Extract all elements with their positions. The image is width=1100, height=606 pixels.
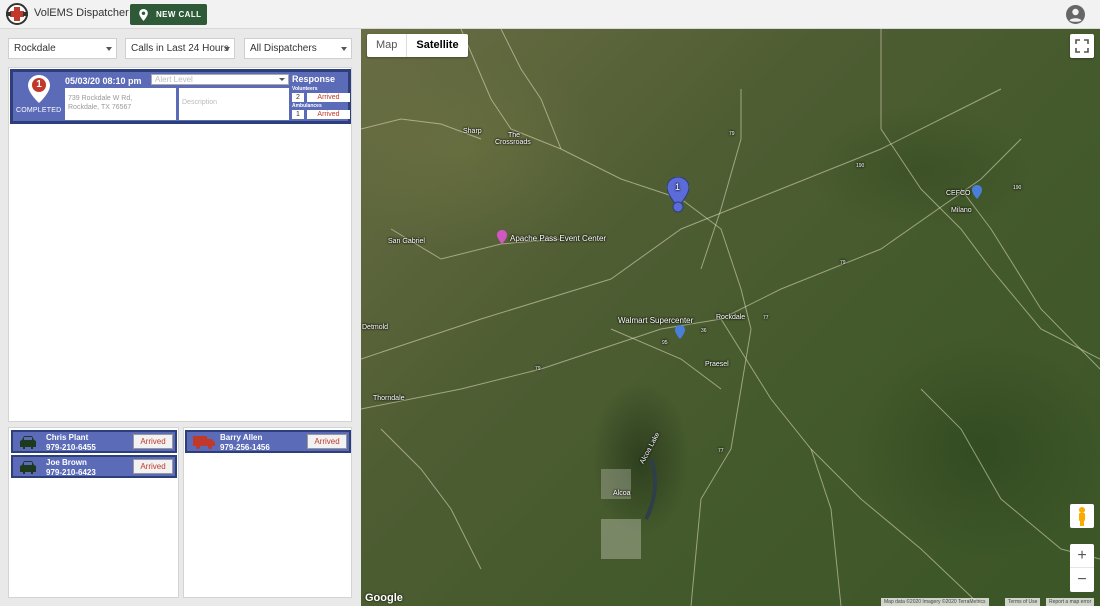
app-logo-icon [4, 2, 30, 26]
map-type-toggle: Map Satellite [367, 34, 468, 57]
volunteer-status: Arrived [133, 459, 173, 474]
report-map-error-link[interactable]: Report a map error [1046, 598, 1095, 606]
location-pin-icon [139, 8, 148, 21]
ambulance-name: Barry Allen [220, 433, 263, 442]
address-line-2: Rockdale, TX 76567 [68, 104, 132, 111]
ambulances-label: Ambulances [292, 103, 322, 109]
ambulances-status: Arrived [307, 110, 350, 119]
place-label: Milano [951, 207, 972, 214]
map-attribution: Map data ©2020 Imagery ©2020 TerraMetric… [881, 598, 989, 606]
description-placeholder: Description [182, 99, 218, 106]
volunteer-name: Joe Brown [46, 458, 87, 467]
road-shield: 95 [662, 340, 668, 346]
volunteer-card[interactable]: Joe Brown 979-210-6423 Arrived [11, 455, 177, 478]
place-label: The [508, 132, 521, 139]
road-shield: 79 [535, 366, 541, 372]
ambulance-phone: 979-256-1456 [220, 443, 270, 452]
chevron-down-icon [106, 47, 112, 51]
car-icon [20, 436, 36, 449]
new-call-button[interactable]: NEW CALL [130, 4, 207, 25]
description-field[interactable]: Description [179, 88, 289, 120]
time-range-select[interactable]: Calls in Last 24 Hours [125, 38, 235, 59]
account-icon[interactable] [1066, 5, 1085, 24]
road-shield: 190 [1013, 185, 1022, 191]
volunteer-card[interactable]: Chris Plant 979-210-6455 Arrived [11, 430, 177, 453]
shopping-poi-icon[interactable] [675, 325, 685, 339]
place-label: Crossroads [495, 139, 531, 146]
calls-list: 1 COMPLETED 05/03/20 08:10 pm Alert Leve… [8, 67, 352, 422]
call-datetime: 05/03/20 08:10 pm [65, 76, 142, 86]
address-line-1: 739 Rockdale W Rd, [68, 95, 133, 102]
app-title: VolEMS Dispatcher [34, 7, 129, 19]
place-label: Praesel [705, 361, 729, 368]
volunteer-status: Arrived [133, 434, 173, 449]
response-title: Response [292, 74, 336, 84]
ambulances-panel: Barry Allen 979-256-1456 Arrived [183, 427, 352, 598]
call-status: COMPLETED [16, 107, 62, 114]
gas-station-poi-icon[interactable] [972, 185, 982, 199]
volunteer-phone: 979-210-6455 [46, 443, 96, 452]
call-card[interactable]: 1 COMPLETED 05/03/20 08:10 pm Alert Leve… [10, 69, 351, 124]
dispatcher-select[interactable]: All Dispatchers [244, 38, 352, 59]
ambulance-status: Arrived [307, 434, 347, 449]
top-bar: VolEMS Dispatcher NEW CALL [0, 0, 1100, 29]
map-marker-number: 1 [675, 182, 681, 192]
chevron-down-icon [279, 78, 285, 81]
volunteers-status: Arrived [307, 93, 350, 102]
road-shield: 36 [701, 328, 707, 334]
zoom-control: + − [1070, 544, 1094, 592]
place-label: San Gabriel [388, 238, 425, 245]
new-call-label: NEW CALL [156, 10, 202, 19]
place-label: Sharp [463, 128, 482, 135]
road-shield: 79 [729, 131, 735, 137]
ambulance-card[interactable]: Barry Allen 979-256-1456 Arrived [185, 430, 351, 453]
time-range-select-value: Calls in Last 24 Hours [131, 43, 229, 54]
dispatcher-select-value: All Dispatchers [250, 43, 317, 54]
place-label: Rockdale [716, 314, 746, 321]
road-shield: 77 [718, 448, 724, 454]
poi-label: Walmart Supercenter [618, 316, 694, 325]
ambulances-count: 1 [292, 110, 304, 119]
map-type-satellite[interactable]: Satellite [406, 34, 467, 57]
poi-label: Apache Pass Event Center [510, 234, 607, 243]
event-venue-poi-icon[interactable] [497, 230, 507, 244]
volunteer-phone: 979-210-6423 [46, 468, 96, 477]
ambulance-icon [193, 436, 215, 449]
road-shield: 77 [763, 315, 769, 321]
terms-of-use-link[interactable]: Terms of Use [1005, 598, 1041, 606]
chevron-down-icon [341, 47, 347, 51]
place-label: Thorndale [373, 395, 405, 402]
satellite-map[interactable]: Map Satellite + − 1 Sharp The Crossroads… [361, 29, 1100, 606]
fullscreen-icon[interactable] [1070, 34, 1094, 58]
volunteers-panel: Chris Plant 979-210-6455 Arrived Joe Bro… [8, 427, 179, 598]
car-icon [20, 461, 36, 474]
call-number: 1 [36, 79, 42, 90]
map-type-map[interactable]: Map [367, 34, 406, 57]
address-field[interactable]: 739 Rockdale W Rd, Rockdale, TX 76567 [65, 88, 176, 120]
location-select[interactable]: Rockdale [8, 38, 117, 59]
left-panel: Rockdale Calls in Last 24 Hours All Disp… [0, 29, 361, 606]
street-view-pegman-icon[interactable] [1070, 504, 1094, 528]
chevron-down-icon [224, 47, 230, 51]
place-label: Alcoa [613, 490, 631, 497]
volunteers-label: Volunteers [292, 86, 318, 92]
google-logo: Google [365, 592, 403, 604]
zoom-out-button[interactable]: − [1070, 568, 1094, 592]
alert-level-select[interactable]: Alert Level [151, 74, 289, 85]
place-label: CEFCO [946, 190, 971, 197]
road-shield: 79 [840, 260, 846, 266]
volunteers-count: 2 [292, 93, 304, 102]
alert-level-placeholder: Alert Level [155, 75, 193, 84]
location-select-value: Rockdale [14, 43, 56, 54]
zoom-in-button[interactable]: + [1070, 544, 1094, 568]
road-shield: 190 [856, 163, 865, 169]
place-label: Detmold [362, 324, 389, 331]
volunteer-name: Chris Plant [46, 433, 89, 442]
